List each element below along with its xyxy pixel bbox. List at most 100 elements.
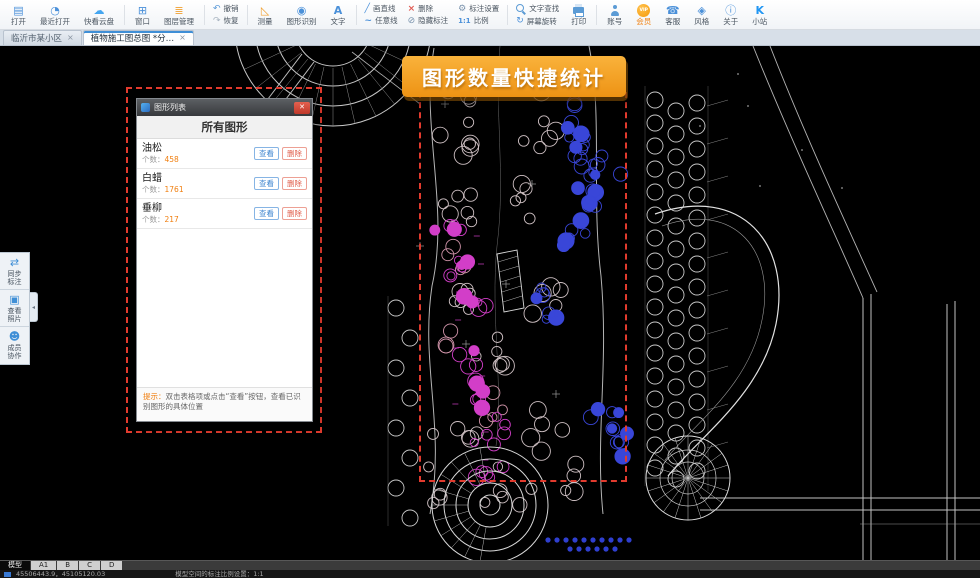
sync-annotation-icon: ⇄ bbox=[10, 257, 19, 268]
style-icon: ◈ bbox=[697, 5, 705, 17]
delete-icon: × bbox=[408, 5, 416, 14]
view-photo-icon: ▣ bbox=[9, 294, 19, 305]
toolbar-item-label: 打印 bbox=[571, 18, 586, 26]
document-tab[interactable]: 植物施工图总图 *分…× bbox=[83, 30, 194, 45]
dialog-section-header: 所有图形 bbox=[137, 116, 312, 139]
sheet-tab-模型[interactable]: 模型 bbox=[0, 561, 30, 570]
dialog-titlebar[interactable]: 图形列表 ✕ bbox=[137, 99, 312, 116]
sheet-tab-A1[interactable]: A1 bbox=[31, 561, 56, 570]
screen-rotate-icon: ↻ bbox=[516, 17, 524, 26]
toolbar-item-draw-line[interactable]: ╱画直线 bbox=[365, 5, 398, 14]
shape-count: 个数：1761 bbox=[142, 186, 254, 194]
toolbar-icon-holder: ⊞ bbox=[138, 4, 147, 17]
toolbar-item-open[interactable]: ▤打开 bbox=[4, 1, 33, 29]
document-tab[interactable]: 临沂市某小区 × bbox=[3, 30, 82, 45]
text-search-icon bbox=[516, 4, 526, 14]
highlight-region-canvas bbox=[419, 92, 627, 482]
toolbar-stack: 文字查找 ↻屏幕旋转 bbox=[511, 1, 564, 29]
toolbar-item-label: 客服 bbox=[665, 18, 680, 26]
delete-button[interactable]: 删除 bbox=[282, 207, 307, 220]
toolbar-separator bbox=[596, 5, 597, 25]
toolbar-item-layer-manager[interactable]: ≣图层管理 bbox=[157, 1, 201, 29]
toolbar-item-annotation-settings[interactable]: ⚙标注设置 bbox=[458, 5, 499, 14]
toolbar-item-recent-open[interactable]: ◔最近打开 bbox=[33, 1, 77, 29]
toolbar-stack: ↶撤销 ↷恢复 bbox=[208, 1, 244, 29]
toolbar-item-k-site[interactable]: K小站 bbox=[745, 1, 774, 29]
toolbar: ▤打开◔最近打开☁快看云盘⊞窗口≣图层管理↶撤销↷恢复◺测量◉图形识别A文字╱画… bbox=[0, 0, 980, 30]
hint-prefix: 提示： bbox=[143, 392, 166, 401]
toolbar-item-window[interactable]: ⊞窗口 bbox=[128, 1, 157, 29]
toolbar-icon-holder: ◉ bbox=[297, 4, 307, 17]
delete-button[interactable]: 删除 bbox=[282, 147, 307, 160]
status-coordinates: 45506443.9，45105120.03 bbox=[16, 570, 105, 578]
toolbar-separator bbox=[507, 5, 508, 25]
callout-banner: 图形数量快捷统计 bbox=[402, 56, 626, 97]
toolbar-stack: ×删除 ⊘隐藏标注 bbox=[403, 1, 454, 29]
toolbar-item-free-line[interactable]: ~任意线 bbox=[365, 17, 398, 26]
shape-count-label: 个数： bbox=[142, 215, 165, 224]
view-button[interactable]: 查看 bbox=[254, 177, 279, 190]
dialog-close-icon[interactable]: ✕ bbox=[294, 102, 310, 114]
toolbar-item-undo[interactable]: ↶撤销 bbox=[213, 5, 239, 14]
toolbar-item-label: 窗口 bbox=[135, 18, 150, 26]
shape-count-value: 217 bbox=[165, 215, 179, 224]
delete-button[interactable]: 删除 bbox=[282, 177, 307, 190]
sheet-tab-D[interactable]: D bbox=[101, 561, 122, 570]
sheet-tab-B[interactable]: B bbox=[57, 561, 78, 570]
shape-row[interactable]: 油松个数：458查看删除 bbox=[137, 139, 312, 169]
toolbar-item-screen-rotate[interactable]: ↻屏幕旋转 bbox=[516, 17, 559, 26]
customer-service-icon: ☎ bbox=[666, 5, 680, 17]
toolbar-icon-holder bbox=[610, 4, 620, 17]
member-collaboration-icon: ☻ bbox=[9, 331, 20, 342]
toolbar-item-text[interactable]: A文字 bbox=[324, 1, 353, 29]
tab-close-icon[interactable]: × bbox=[67, 34, 74, 42]
document-tab-label: 临沂市某小区 bbox=[11, 32, 62, 44]
shape-row[interactable]: 白蜡个数：1761查看删除 bbox=[137, 169, 312, 199]
toolbar-item-hide-annotation[interactable]: ⊘隐藏标注 bbox=[408, 17, 449, 26]
toolbar-item-label: 文字查找 bbox=[529, 5, 559, 13]
sheet-tab-C[interactable]: C bbox=[79, 561, 100, 570]
shape-count-value: 458 bbox=[165, 155, 179, 164]
toolbar-item-customer-service[interactable]: ☎客服 bbox=[658, 1, 687, 29]
side-toolbar-collapse-handle[interactable]: ◂ bbox=[30, 292, 38, 322]
toolbar-icon-holder: K bbox=[755, 4, 764, 17]
toolbar-item-label: 打开 bbox=[11, 18, 26, 26]
tab-close-icon[interactable]: × bbox=[179, 34, 186, 42]
open-icon: ▤ bbox=[13, 5, 23, 17]
side-button-view-photo[interactable]: ▣查看照片 bbox=[0, 290, 29, 327]
annotation-settings-icon: ⚙ bbox=[458, 5, 466, 14]
view-button[interactable]: 查看 bbox=[254, 147, 279, 160]
toolbar-stack: ╱画直线 ~任意线 bbox=[360, 1, 403, 29]
toolbar-item-vip[interactable]: VIP会员 bbox=[629, 1, 658, 29]
status-scale-text: 模型空间的标注比例设置：1:1 bbox=[175, 570, 263, 578]
toolbar-item-delete[interactable]: ×删除 bbox=[408, 5, 449, 14]
toolbar-item-shape-recognition[interactable]: ◉图形识别 bbox=[280, 1, 324, 29]
dialog-app-icon bbox=[141, 103, 150, 112]
side-button-sync-annotation[interactable]: ⇄同步标注 bbox=[0, 253, 29, 290]
toolbar-item-text-search[interactable]: 文字查找 bbox=[516, 4, 559, 14]
toolbar-item-cloud-drive[interactable]: ☁快看云盘 bbox=[77, 1, 121, 29]
free-line-icon: ~ bbox=[365, 17, 373, 26]
toolbar-item-measure[interactable]: ◺测量 bbox=[251, 1, 280, 29]
side-button-member-collaboration[interactable]: ☻成员协作 bbox=[0, 327, 29, 364]
toolbar-item-print[interactable]: 打印 bbox=[564, 1, 593, 29]
cloud-drive-icon: ☁ bbox=[94, 5, 105, 17]
toolbar-item-scale[interactable]: 1:1比例 bbox=[458, 17, 499, 26]
toolbar-item-redo[interactable]: ↷恢复 bbox=[213, 17, 239, 26]
hint-text: 双击表格项或点击“查看”按钮，查看已识别图形的具体位置 bbox=[143, 392, 301, 411]
shape-row-info: 白蜡个数：1761 bbox=[142, 174, 254, 194]
view-button[interactable]: 查看 bbox=[254, 207, 279, 220]
toolbar-item-about[interactable]: ⓘ关于 bbox=[716, 1, 745, 29]
toolbar-item-account[interactable]: 账号 bbox=[600, 1, 629, 29]
toolbar-separator bbox=[204, 5, 205, 25]
toolbar-item-style[interactable]: ◈风格 bbox=[687, 1, 716, 29]
toolbar-item-label: 文字 bbox=[331, 18, 346, 26]
print-icon bbox=[573, 7, 584, 14]
shape-recognition-icon: ◉ bbox=[297, 5, 307, 17]
shape-row[interactable]: 垂柳个数：217查看删除 bbox=[137, 199, 312, 229]
shape-list-dialog: 图形列表 ✕ 所有图形 油松个数：458查看删除白蜡个数：1761查看删除垂柳个… bbox=[136, 98, 313, 422]
toolbar-icon-holder: ⓘ bbox=[725, 4, 736, 17]
shape-count-label: 个数： bbox=[142, 185, 165, 194]
sheet-tabbar: 模型A1BCD bbox=[0, 560, 980, 570]
measure-icon: ◺ bbox=[261, 5, 269, 17]
